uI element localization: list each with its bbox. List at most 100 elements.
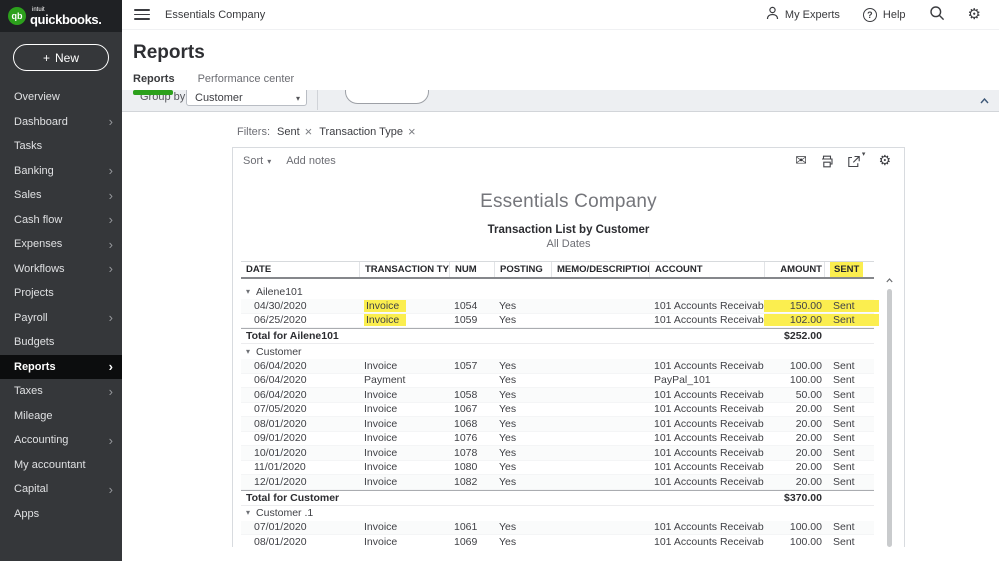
email-icon: ✉: [795, 154, 807, 168]
column-header-sent[interactable]: SENT: [824, 262, 879, 277]
total-amount: $252.00: [764, 330, 824, 342]
sidebar-item-taxes[interactable]: Taxes ›: [0, 379, 122, 404]
sidebar-item-sales[interactable]: Sales›: [0, 183, 122, 208]
column-header-date[interactable]: DATE: [241, 264, 359, 275]
hamburger-menu-icon[interactable]: [134, 9, 150, 20]
sidebar-item-accounting[interactable]: Accounting›: [0, 428, 122, 453]
sidebar-item-label: Taxes: [14, 385, 43, 397]
cell-amount: 102.00: [764, 314, 824, 326]
table-row[interactable]: 06/04/2020Invoice1057Yes101 Accounts Rec…: [241, 359, 874, 374]
sidebar-item-expenses[interactable]: Expenses›: [0, 232, 122, 257]
remove-filter-icon[interactable]: ×: [305, 125, 313, 138]
table-row[interactable]: 06/04/2020PaymentYesPayPal_101100.00Sent: [241, 374, 874, 389]
search-button[interactable]: [929, 5, 945, 24]
page-title: Reports: [133, 42, 999, 64]
main-area: Essentials Company My Experts ? Help: [122, 0, 999, 561]
settings-button[interactable]: ⚙: [968, 7, 981, 22]
sidebar-item-mileage[interactable]: Mileage: [0, 404, 122, 429]
table-row[interactable]: 07/05/2020Invoice1067Yes101 Accounts Rec…: [241, 403, 874, 418]
tab-performance-center[interactable]: Performance center: [198, 73, 295, 90]
sidebar-item-budgets[interactable]: Budgets: [0, 330, 122, 355]
table-row[interactable]: 06/25/2020Invoice1059Yes101 Accounts Rec…: [241, 314, 874, 329]
sidebar-item-workflows[interactable]: Workflows›: [0, 257, 122, 282]
group-by-select[interactable]: Customer ▾: [186, 90, 307, 106]
sidebar-item-label: Overview: [14, 91, 60, 103]
export-button[interactable]: ▾: [847, 155, 866, 168]
sidebar-item-label: Accounting: [14, 434, 68, 446]
add-notes-link[interactable]: Add notes: [286, 155, 336, 167]
collapse-header-button[interactable]: [980, 98, 989, 104]
column-header-amount[interactable]: AMOUNT: [764, 262, 824, 277]
sidebar-item-label: Tasks: [14, 140, 42, 152]
quickbooks-logo[interactable]: qb intuit quickbooks.: [0, 0, 122, 32]
sidebar-item-apps[interactable]: Apps: [0, 502, 122, 527]
column-header-num[interactable]: NUM: [449, 262, 494, 277]
group-header-customer[interactable]: ▾Customer: [241, 344, 874, 359]
group-header-ailene101[interactable]: ▾Ailene101: [241, 284, 874, 299]
cell-date: 07/05/2020: [241, 403, 359, 415]
table-row[interactable]: 06/04/2020Invoice1058Yes101 Accounts Rec…: [241, 388, 874, 403]
sidebar-item-cash-flow[interactable]: Cash flow›: [0, 208, 122, 233]
report-settings-button[interactable]: ⚙: [878, 154, 891, 168]
cell-date: 12/01/2020: [241, 476, 359, 488]
column-header-posting[interactable]: POSTING: [494, 262, 551, 277]
email-button[interactable]: ✉: [795, 154, 807, 168]
sidebar-item-projects[interactable]: Projects: [0, 281, 122, 306]
table-row[interactable]: 11/01/2020Invoice1080Yes101 Accounts Rec…: [241, 461, 874, 476]
cell-account: 101 Accounts Receivable: [649, 300, 764, 312]
remove-filter-icon[interactable]: ×: [408, 125, 416, 138]
print-button[interactable]: [820, 155, 834, 168]
table-scrollbar[interactable]: [887, 289, 892, 547]
total-amount: $370.00: [764, 492, 824, 504]
table-row[interactable]: 07/01/2020Invoice1061Yes101 Accounts Rec…: [241, 521, 874, 536]
sort-dropdown[interactable]: Sort ▾: [243, 155, 271, 167]
cell-num: 1061: [449, 521, 494, 533]
toolbar-pill-button[interactable]: [345, 90, 429, 104]
my-experts-label: My Experts: [785, 9, 840, 21]
sidebar-item-banking[interactable]: Banking›: [0, 159, 122, 184]
new-button[interactable]: + New: [13, 44, 109, 71]
cell-amount: 150.00: [764, 300, 824, 312]
tabs: Reports Performance center: [133, 73, 999, 90]
table-row[interactable]: 08/01/2020Invoice1068Yes101 Accounts Rec…: [241, 417, 874, 432]
sidebar-item-capital[interactable]: Capital›: [0, 477, 122, 502]
sidebar-nav: Overview Dashboard› Tasks Banking›Sales›Cas…: [0, 85, 122, 526]
cell-posting: Yes: [494, 536, 551, 547]
table-row[interactable]: 12/01/2020Invoice1082Yes101 Accounts Rec…: [241, 475, 874, 490]
sidebar-item-label: Budgets: [14, 336, 54, 348]
sidebar-item-dashboard[interactable]: Dashboard›: [0, 110, 122, 135]
table-row[interactable]: 09/01/2020Invoice1076Yes101 Accounts Rec…: [241, 432, 874, 447]
chevron-right-icon: ›: [109, 385, 113, 398]
sidebar-item-tasks[interactable]: Tasks: [0, 134, 122, 159]
quickbooks-logo-icon: qb: [8, 7, 26, 25]
filters-line: Filters: Sent × Transaction Type ×: [237, 125, 999, 138]
help-button[interactable]: ? Help: [863, 8, 906, 22]
table-row[interactable]: 04/30/2020Invoice1054Yes101 Accounts Rec…: [241, 299, 874, 314]
collapse-triangle-icon: ▾: [246, 509, 250, 517]
column-header-transaction-type[interactable]: TRANSACTION TYPE: [359, 262, 449, 277]
cell-date: 06/25/2020: [241, 314, 359, 326]
sidebar-item-overview[interactable]: Overview: [0, 85, 122, 110]
group-header-customer-1[interactable]: ▾Customer .1: [241, 506, 874, 521]
table-row[interactable]: 10/01/2020Invoice1078Yes101 Accounts Rec…: [241, 446, 874, 461]
cell-sent: Sent: [824, 447, 879, 459]
cell-transaction-type: Invoice: [359, 432, 449, 444]
cell-sent: Sent: [824, 476, 879, 488]
cell-transaction-type: Invoice: [359, 536, 449, 547]
sidebar-item-reports[interactable]: Reports›: [0, 355, 122, 380]
table-row[interactable]: 08/01/2020Invoice1069Yes101 Accounts Rec…: [241, 535, 874, 547]
chevron-right-icon: ›: [109, 483, 113, 496]
cell-num: 1057: [449, 360, 494, 372]
my-experts-button[interactable]: My Experts: [766, 6, 840, 23]
sidebar-item-my-accountant[interactable]: My accountant: [0, 453, 122, 478]
help-icon: ?: [863, 8, 877, 22]
total-label: Total for Ailene101: [241, 330, 764, 342]
collapse-triangle-icon: ▾: [246, 288, 250, 296]
column-header-account[interactable]: ACCOUNT: [649, 262, 764, 277]
scroll-up-icon[interactable]: [886, 278, 893, 283]
sidebar-item-payroll[interactable]: Payroll›: [0, 306, 122, 331]
sidebar-item-label: Expenses: [14, 238, 62, 250]
column-header-memo[interactable]: MEMO/DESCRIPTION: [551, 262, 649, 277]
transaction-type-value: Invoice: [364, 461, 397, 473]
tab-reports[interactable]: Reports: [133, 73, 175, 90]
